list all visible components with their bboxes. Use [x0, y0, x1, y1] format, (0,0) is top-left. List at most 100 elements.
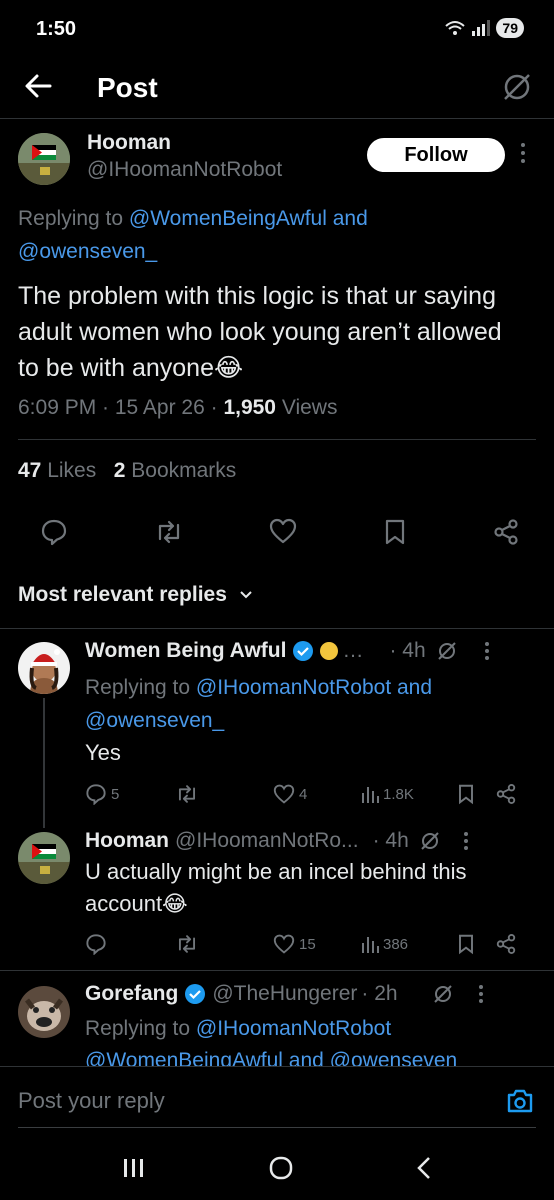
reply-actions: 5 4 1.8K [85, 783, 525, 805]
verified-badge-icon [292, 640, 314, 662]
reply-count: 5 [111, 785, 120, 803]
views-count: 1,950 [223, 396, 276, 419]
reply-author-name[interactable]: Hooman [85, 829, 169, 853]
more-options-icon[interactable] [478, 984, 484, 1004]
mention-ihoomannotrobot[interactable]: @IHoomanNotRobot [196, 676, 391, 699]
reply-avatar[interactable] [18, 986, 70, 1038]
mention-womenbeingawful[interactable]: @WomenBeingAwful [129, 207, 327, 230]
author-handle[interactable]: @IHoomanNotRobot [87, 158, 282, 182]
views-label: Views [276, 396, 338, 419]
replies-divider [0, 628, 554, 629]
post-stats: 47 Likes 2 Bookmarks [18, 459, 236, 483]
replying-to: Replying to @WomenBeingAwful and @owense… [18, 202, 458, 268]
replies-sort-label: Most relevant replies [18, 583, 227, 606]
meta-divider [18, 439, 536, 440]
author-name[interactable]: Hooman [87, 131, 171, 155]
repost-icon[interactable] [175, 933, 273, 955]
bookmarks-count[interactable]: 2 [114, 459, 126, 482]
page-title: Post [97, 72, 158, 103]
reply-author-handle[interactable]: @IHoomanNotRo... [175, 829, 359, 853]
likes-label[interactable]: Likes [41, 459, 96, 482]
reply-author-handle[interactable]: @TheHungerer [212, 982, 357, 1006]
back-nav-icon[interactable] [416, 1156, 432, 1180]
grok-icon[interactable] [419, 830, 441, 852]
composer-underline [18, 1127, 536, 1128]
battery-indicator: 79 [496, 18, 524, 38]
home-icon[interactable] [269, 1156, 293, 1180]
post-timestamp[interactable]: 6:09 PM · 15 Apr 26 · [18, 396, 223, 419]
post-meta: 6:09 PM · 15 Apr 26 · 1,950 Views [18, 396, 337, 420]
recent-apps-icon[interactable] [122, 1157, 146, 1179]
bookmark-icon[interactable] [457, 783, 495, 805]
back-arrow-icon[interactable] [22, 70, 54, 102]
more-options-icon[interactable] [463, 831, 469, 851]
reply-author-name[interactable]: Women Being Awful [85, 639, 286, 663]
reply-input[interactable]: Post your reply [18, 1088, 165, 1114]
status-icons: 79 [444, 18, 524, 38]
reply-time[interactable]: · 4h [373, 829, 409, 853]
mention-owenseven[interactable]: @owenseven_ [85, 709, 224, 732]
mention-ihoomannotrobot[interactable]: @IHoomanNotRobot [196, 1017, 391, 1040]
reply-author-handle[interactable]: … [342, 639, 363, 663]
follow-button[interactable]: Follow [367, 138, 505, 172]
reply-icon[interactable] [40, 518, 68, 546]
likes-count[interactable]: 47 [18, 459, 41, 482]
system-nav-bar [0, 1135, 554, 1200]
reply-time[interactable]: · 4h [389, 639, 425, 663]
author-avatar[interactable] [18, 133, 70, 185]
camera-icon[interactable] [506, 1088, 534, 1114]
views-count: 386 [383, 935, 409, 953]
grok-icon[interactable] [432, 983, 454, 1005]
views-count: 1.8K [383, 785, 414, 803]
replying-prefix: Replying to [85, 1017, 196, 1040]
replies-sort-dropdown[interactable]: Most relevant replies [18, 583, 253, 607]
bookmark-icon[interactable] [457, 933, 495, 955]
header-divider [0, 118, 554, 119]
reply-header: Gorefang @TheHungerer · 2h [85, 982, 535, 1006]
views-icon[interactable]: 1.8K [361, 785, 457, 803]
bookmark-icon[interactable] [383, 518, 407, 546]
like-icon[interactable] [269, 518, 297, 546]
mention-owenseven[interactable]: @owenseven_ [18, 240, 157, 263]
emoji-badge-icon [320, 642, 339, 660]
reply-text: Yes [85, 740, 121, 765]
like-count: 4 [299, 785, 308, 803]
share-icon[interactable] [495, 933, 517, 955]
reply-actions: 15 386 [85, 933, 525, 955]
like-icon[interactable]: 15 [273, 934, 361, 954]
thread-line [43, 698, 45, 828]
post-actions [40, 518, 520, 546]
reply-header: Hooman @IHoomanNotRo... · 4h [85, 829, 535, 853]
views-icon[interactable]: 386 [361, 935, 457, 953]
mention-others[interactable]: @WomenBeingAwful and @owenseven [85, 1049, 457, 1067]
reply-divider [0, 970, 554, 971]
chevron-down-icon [239, 590, 253, 600]
mention-and: and [391, 676, 433, 699]
verified-badge-icon [184, 983, 206, 1005]
grok-icon[interactable] [436, 640, 458, 662]
bookmarks-label[interactable]: Bookmarks [125, 459, 236, 482]
reply-avatar[interactable] [18, 832, 70, 884]
wifi-icon [444, 19, 466, 37]
like-icon[interactable]: 4 [273, 784, 361, 804]
repost-icon[interactable] [175, 783, 273, 805]
reply-icon[interactable]: 5 [85, 783, 175, 805]
more-options-icon[interactable] [520, 142, 526, 164]
share-icon[interactable] [495, 783, 517, 805]
post-text: The problem with this logic is that ur s… [18, 282, 502, 382]
signal-icon [472, 20, 491, 36]
replying-prefix: Replying to [18, 207, 129, 230]
reply-author-name[interactable]: Gorefang [85, 982, 178, 1006]
reply-icon[interactable] [85, 933, 175, 955]
reply-time[interactable]: · 2h [361, 982, 397, 1006]
grok-icon[interactable] [500, 70, 534, 104]
more-options-icon[interactable] [484, 641, 490, 661]
share-icon[interactable] [492, 518, 520, 546]
reply-header: Women Being Awful … · 4h [85, 639, 535, 663]
mention-and: and [326, 207, 368, 230]
replying-prefix: Replying to [85, 676, 196, 699]
reply-text: U actually might be an incel behind this… [85, 859, 467, 916]
repost-icon[interactable] [154, 518, 184, 546]
reply-avatar[interactable] [18, 642, 70, 694]
like-count: 15 [299, 935, 316, 953]
